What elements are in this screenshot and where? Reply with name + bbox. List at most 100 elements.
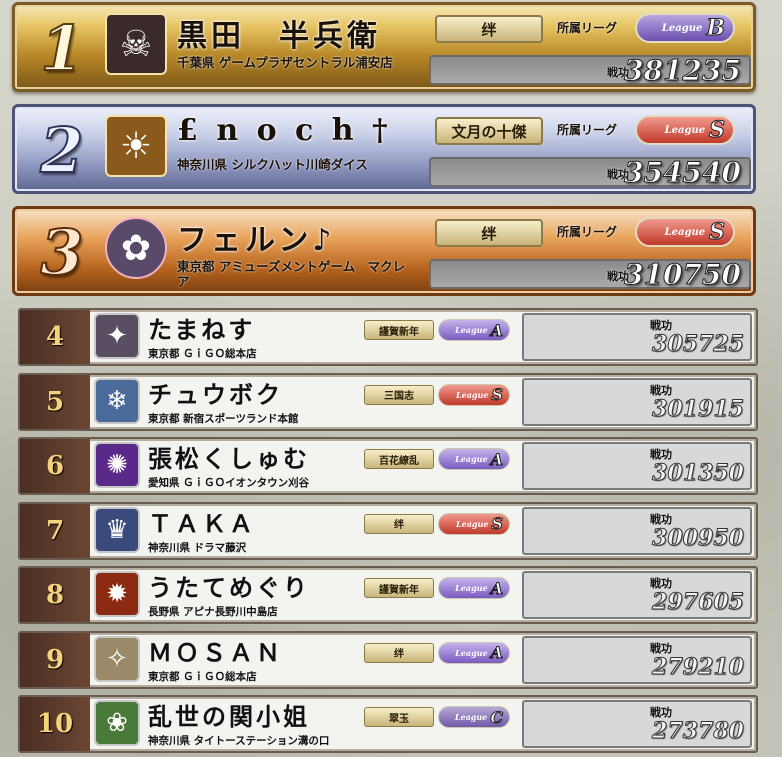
league-badge-text: League <box>664 226 706 238</box>
title-badge: 文月の十傑 <box>435 117 543 145</box>
ranking-row[interactable]: 8 ✹ うたてめぐり 長野県 アピナ長野川中島店 謹賀新年 League A 戦功 297605 <box>18 566 758 624</box>
ranking-row[interactable]: 7 ♛ ＴＡＫＡ 神奈川県 ドラマ藤沢绊 League S 戦功 300950 <box>18 501 758 560</box>
league-badge: League S <box>438 512 510 535</box>
league-badge: League S <box>438 383 510 406</box>
avatar[interactable]: ✿ <box>105 217 167 279</box>
store-name: 神奈川県 ドラマ藤沢 <box>148 541 247 554</box>
player-portrait-icon: ✺ <box>106 450 128 480</box>
rank-number: 10 <box>20 697 90 751</box>
league-letter: S <box>491 514 504 534</box>
player-name: £ n o c h † <box>177 113 392 148</box>
score-value: 354540 <box>624 156 742 190</box>
ranking-row[interactable]: 5 ❄ チュウボク 東京都 新宿スポーツランド本館 三国志 League S 戦功 301915 <box>18 372 758 431</box>
player-name: チュウボク <box>148 379 283 409</box>
player-name: 張松くしゅむ <box>148 444 310 473</box>
league-letter: S <box>709 219 726 246</box>
avatar[interactable]: ☀ <box>105 115 167 177</box>
league-label: 所属リーグ <box>557 123 618 137</box>
title-badge: 绊 <box>435 219 543 247</box>
player-portrait-icon: ✧ <box>106 643 128 674</box>
ranking-row[interactable]: 10 ❀ 乱世の関小姐 神奈川県 タイトーステーション溝の口 翠玉 League C 戦功 27… <box>18 695 758 753</box>
ranking-row[interactable]: 4 ✦ たまねす 東京都 ＧｉＧＯ総本店 謹賀新年 League A 戦功 305725 <box>18 308 758 366</box>
league-letter: A <box>490 449 503 469</box>
rank-number: 3 <box>39 216 84 290</box>
league-badge-text: League <box>661 22 703 34</box>
score-box: 戦功 297605 <box>522 571 752 619</box>
league-badge-text: League <box>455 647 488 658</box>
league-badge-text: League <box>455 454 488 464</box>
league-letter: A <box>490 320 503 340</box>
avatar[interactable]: ♛ <box>94 506 140 553</box>
league-label: 所属リーグ <box>557 21 618 35</box>
score-value: 310750 <box>624 258 742 292</box>
league-badge-text: League <box>455 325 488 335</box>
player-portrait-icon: ❄ <box>106 385 128 416</box>
store-name: 千葉県 ゲームプラザセントラル浦安店 <box>177 55 393 70</box>
rank-number: 8 <box>20 568 90 622</box>
avatar[interactable]: ✺ <box>94 442 140 488</box>
player-name: 黒田 半兵衛 <box>177 19 381 54</box>
player-name: たまねす <box>148 315 256 344</box>
league-letter: B <box>706 15 726 42</box>
rank-number: 6 <box>20 439 90 493</box>
ranking-row[interactable]: 6 ✺ 張松くしゅむ 愛知県 ＧｉＧＯイオンタウン刈谷 百花繚乱 League A 戦功 301… <box>18 437 758 495</box>
avatar[interactable]: ✧ <box>94 635 140 682</box>
league-badge: League A <box>438 448 510 470</box>
league-letter: C <box>490 707 504 727</box>
league-badge: League S <box>635 217 735 247</box>
score-box: 戦功 301915 <box>522 377 752 426</box>
ranking-entry-top[interactable]: 2 ☀ £ n o c h † 神奈川県 シルクハット川崎ダイス 文月の十傑 所属リーグ L… <box>12 104 756 194</box>
score-box: 戦功 381235 <box>429 54 751 88</box>
score-box: 戦功 305725 <box>522 313 752 361</box>
ranking-entry-top[interactable]: 1 ☠ 黒田 半兵衛 千葉県 ゲームプラザセントラル浦安店绊所属リーグ League B 戦… <box>12 2 756 92</box>
rank-number: 4 <box>20 310 90 364</box>
title-badge: 翠玉 <box>364 707 434 727</box>
score-value: 279210 <box>652 653 745 680</box>
league-badge: League C <box>438 706 510 728</box>
score-box: 戦功 300950 <box>522 506 752 555</box>
store-name: 東京都 ＧｉＧＯ総本店 <box>148 348 257 360</box>
avatar[interactable]: ❄ <box>94 377 140 424</box>
score-box: 戦功 310750 <box>429 258 751 292</box>
ranking-row[interactable]: 9 ✧ ＭＯＳＡＮ 東京都 ＧｉＧＯ総本店绊 League A 戦功 279210 <box>18 630 758 689</box>
store-name: 東京都 アミューズメントゲーム マクレア <box>177 259 406 289</box>
score-box: 戦功 273780 <box>522 700 752 748</box>
title-badge: 謹賀新年 <box>364 320 434 340</box>
rank-number: 1 <box>39 12 84 86</box>
league-badge: League A <box>438 641 510 664</box>
score-box: 戦功 301350 <box>522 442 752 490</box>
score-value: 305725 <box>652 331 745 358</box>
league-badge-text: League <box>664 124 706 136</box>
avatar[interactable]: ✦ <box>94 313 140 359</box>
score-value: 301350 <box>652 460 745 487</box>
player-portrait-icon: ☠ <box>119 23 153 65</box>
league-badge-text: League <box>454 712 488 722</box>
ranking-board: 1 ☠ 黒田 半兵衛 千葉県 ゲームプラザセントラル浦安店绊所属リーグ League B 戦… <box>0 0 782 757</box>
store-name: 東京都 新宿スポーツランド本館 <box>148 412 299 425</box>
player-portrait-icon: ✹ <box>106 579 128 609</box>
avatar[interactable]: ✹ <box>94 571 140 617</box>
league-letter: S <box>709 117 726 144</box>
title-badge: 百花繚乱 <box>364 449 434 469</box>
store-name: 神奈川県 シルクハット川崎ダイス <box>177 157 368 172</box>
ranking-entry-top[interactable]: 3 ✿ フェルン♪ 東京都 アミューズメントゲーム マクレア 绊所属リーグ League S… <box>12 206 756 296</box>
league-letter: A <box>490 578 503 598</box>
player-portrait-icon: ❀ <box>106 708 128 738</box>
score-value: 381235 <box>624 54 742 88</box>
player-name: フェルン♪ <box>177 223 336 258</box>
avatar[interactable]: ☠ <box>105 13 167 75</box>
rank-number: 5 <box>20 374 90 429</box>
score-box: 戦功 279210 <box>522 635 752 684</box>
rank-number: 9 <box>20 632 90 687</box>
league-letter: S <box>491 385 504 405</box>
league-badge: League A <box>438 319 510 341</box>
player-name: ＭＯＳＡＮ <box>148 637 283 667</box>
score-value: 297605 <box>652 589 745 616</box>
league-badge: League S <box>635 115 735 145</box>
rank-number: 2 <box>39 114 84 188</box>
league-letter: A <box>490 643 503 663</box>
avatar[interactable]: ❀ <box>94 700 140 746</box>
league-badge-text: League <box>456 518 489 529</box>
store-name: 東京都 ＧｉＧＯ総本店 <box>148 670 257 683</box>
title-badge: 绊 <box>364 513 434 534</box>
